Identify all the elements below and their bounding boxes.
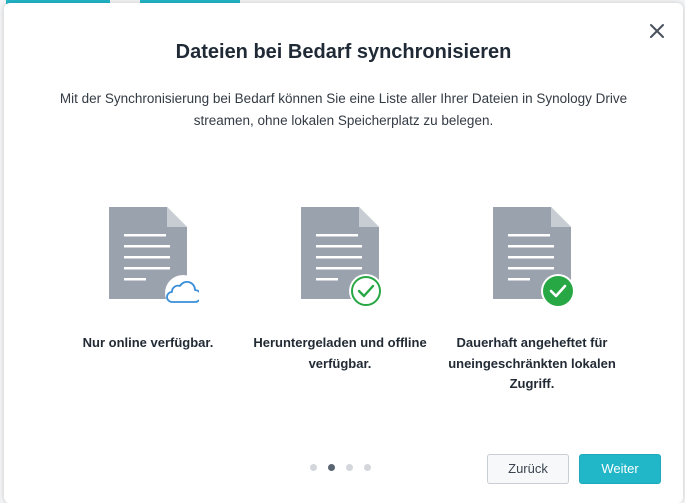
close-icon — [650, 24, 664, 38]
pagination-dot-active[interactable] — [328, 464, 335, 471]
next-button[interactable]: Weiter — [579, 454, 661, 484]
sync-on-demand-dialog: Dateien bei Bedarf synchronisieren Mit d… — [4, 3, 683, 503]
feature-label: Nur online verfügbar. — [82, 335, 214, 350]
pagination-dot[interactable] — [310, 464, 317, 471]
document-cloud-icon — [99, 207, 202, 311]
back-button[interactable]: Zurück — [487, 454, 569, 484]
document-check-outline-icon — [291, 207, 391, 308]
feature-label: Heruntergeladen und offline verfügbar. — [253, 335, 427, 371]
pagination-dot[interactable] — [364, 464, 371, 471]
dialog-title: Dateien bei Bedarf synchronisieren — [175, 41, 512, 63]
pagination-dots — [310, 464, 374, 472]
dialog-description: Mit der Synchronisierung bei Bedarf könn… — [59, 91, 628, 128]
feature-label: Dauerhaft angeheftet für uneingeschränkt… — [448, 335, 616, 391]
close-button[interactable] — [646, 20, 668, 42]
pagination-dot[interactable] — [346, 464, 353, 471]
document-check-filled-icon — [483, 207, 583, 308]
